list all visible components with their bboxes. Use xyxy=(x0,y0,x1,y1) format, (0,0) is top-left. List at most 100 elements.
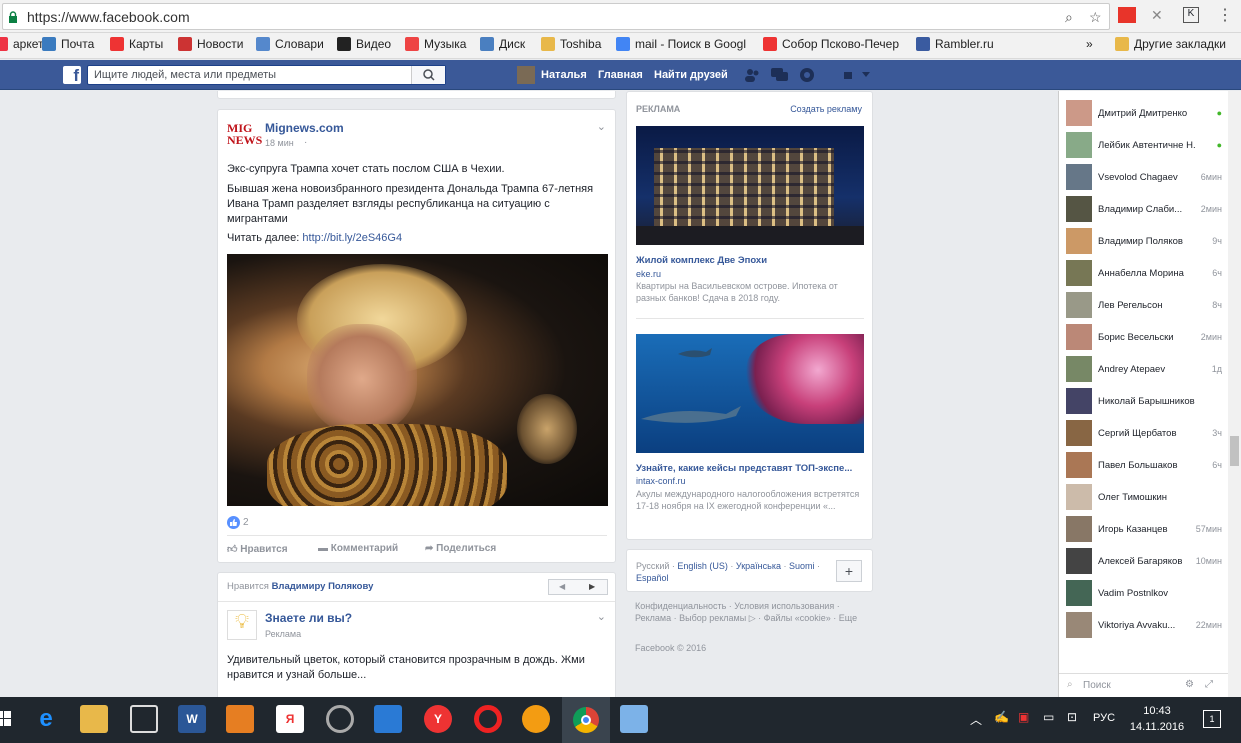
chat-contact[interactable]: Лейбик Автентичне Н... ● xyxy=(1066,132,1222,160)
app-icon[interactable] xyxy=(326,705,354,733)
extension-icon[interactable]: ✕ xyxy=(1151,7,1167,23)
star-icon[interactable]: ☆ xyxy=(1089,9,1102,26)
url-text[interactable]: https://www.facebook.com xyxy=(27,9,190,25)
bookmark-item[interactable]: Видео xyxy=(337,37,391,51)
bookmark-item[interactable]: Собор Псково-Печер xyxy=(763,37,899,51)
explorer-icon[interactable] xyxy=(80,705,108,733)
lang-option[interactable]: Українська xyxy=(736,561,781,571)
avatar[interactable] xyxy=(517,66,535,84)
app-tray-icon[interactable]: ▣ xyxy=(1018,710,1029,724)
zoom-icon[interactable]: ⌕ xyxy=(1065,9,1073,26)
word-icon[interactable]: W xyxy=(178,705,206,733)
chat-contact[interactable]: Алексей Багаряков 10мин xyxy=(1066,548,1222,576)
bookmark-item[interactable]: аркет xyxy=(0,37,44,51)
bookmark-ext-icon[interactable] xyxy=(1118,7,1136,23)
bookmark-item[interactable]: Rambler.ru xyxy=(916,37,994,51)
find-friends-link[interactable]: Найти друзей xyxy=(654,69,728,81)
lightbulb-icon[interactable]: 💡︎ xyxy=(227,610,257,640)
footer-link[interactable]: Реклама xyxy=(635,613,671,623)
network-icon[interactable]: ⊡ xyxy=(1067,710,1077,724)
bookmark-item[interactable]: Словари xyxy=(256,37,324,51)
home-link[interactable]: Главная xyxy=(598,69,643,81)
bookmark-item[interactable]: Карты xyxy=(110,37,163,51)
video-icon[interactable] xyxy=(226,705,254,733)
lang-option[interactable]: Español xyxy=(636,573,669,583)
bookmark-item[interactable]: Музыка xyxy=(405,37,466,51)
like-count[interactable]: 2 xyxy=(243,517,249,528)
opera-icon[interactable] xyxy=(474,705,502,733)
start-icon[interactable] xyxy=(0,711,12,727)
k-extension-icon[interactable]: K xyxy=(1183,7,1199,23)
lang-option[interactable]: Suomi xyxy=(789,561,815,571)
search-input[interactable]: Ищите людей, места или предметы xyxy=(87,65,446,85)
pen-icon[interactable]: ✍ xyxy=(994,710,1009,724)
bookmark-item[interactable]: Диск xyxy=(480,37,525,51)
chat-contact[interactable]: Vadim Postnlkov xyxy=(1066,580,1222,608)
chat-contact[interactable]: Олег Тимошкин xyxy=(1066,484,1222,512)
yandex-icon[interactable]: Я xyxy=(276,705,304,733)
notification-center-icon[interactable]: 1 xyxy=(1203,710,1221,728)
bookmark-item[interactable]: Почта xyxy=(42,37,94,51)
chat-contact[interactable]: Николай Барышников xyxy=(1066,388,1222,416)
expand-icon[interactable]: ⤢ xyxy=(1205,679,1213,690)
bookmark-item[interactable]: Новости xyxy=(178,37,243,51)
lang-option[interactable]: English (US) xyxy=(677,561,728,571)
footer-link[interactable]: Условия использования xyxy=(734,601,834,611)
chat-contact[interactable]: Борис Весельски 2мин xyxy=(1066,324,1222,352)
language-indicator[interactable]: РУС xyxy=(1093,712,1115,724)
store-icon[interactable] xyxy=(130,705,158,733)
ad1-title[interactable]: Жилой комплекс Две Эпохи xyxy=(636,255,767,266)
chat-contact[interactable]: Владимир Поляков 9ч xyxy=(1066,228,1222,256)
add-language-button[interactable]: + xyxy=(836,560,862,582)
ad-image-building[interactable] xyxy=(636,126,864,245)
facebook-logo[interactable]: f xyxy=(63,66,81,85)
scrollbar[interactable] xyxy=(1228,91,1241,697)
chat-contact[interactable]: Владимир Слаби... 2мин xyxy=(1066,196,1222,224)
read-more-link[interactable]: http://bit.ly/2eS46G4 xyxy=(302,232,402,244)
address-bar[interactable]: https://www.facebook.com ⌕ ☆ xyxy=(2,3,1110,30)
like-reaction-icon[interactable] xyxy=(227,516,240,529)
footer-link[interactable]: Выбор рекламы xyxy=(679,613,746,623)
chat-contact[interactable]: Сергий Щербатов 3ч xyxy=(1066,420,1222,448)
chevron-down-icon[interactable]: ⌄ xyxy=(597,120,606,133)
post-time[interactable]: 18 мин xyxy=(265,138,294,148)
ad-image-sharks[interactable] xyxy=(636,334,864,453)
chevron-down-icon[interactable]: ⌄ xyxy=(597,610,606,623)
more-bookmarks-button[interactable]: » xyxy=(1086,37,1093,51)
chat-contact[interactable]: Vsevolod Chagaev 6мин xyxy=(1066,164,1222,192)
menu-icon[interactable]: ⋮ xyxy=(1217,5,1233,25)
messages-icon[interactable] xyxy=(771,68,789,82)
post-image[interactable] xyxy=(227,254,608,506)
bookmark-item[interactable]: Другие закладки xyxy=(1115,37,1226,51)
mail-icon[interactable] xyxy=(374,705,402,733)
chrome-taskbar-button[interactable] xyxy=(562,697,610,743)
gear-icon[interactable]: ⚙ xyxy=(1185,679,1194,690)
paint-icon[interactable] xyxy=(620,705,648,733)
create-ad-link[interactable]: Создать рекламу xyxy=(790,104,862,114)
yandex-browser-icon[interactable]: Y xyxy=(424,705,452,733)
bookmark-item[interactable]: Toshiba xyxy=(541,37,601,51)
profile-link[interactable]: Наталья xyxy=(541,69,587,81)
chat-contact[interactable]: Andrey Atepaev 1д xyxy=(1066,356,1222,384)
scrollbar-thumb[interactable] xyxy=(1230,436,1239,466)
ad2-domain[interactable]: intax-conf.ru xyxy=(636,476,686,486)
chat-contact[interactable]: Павел Большаков 6ч xyxy=(1066,452,1222,480)
liked-name[interactable]: Владимиру Полякову xyxy=(272,581,374,592)
prev-button[interactable]: ◀ xyxy=(559,582,565,591)
chat-contact[interactable]: Игорь Казанцев 57мин xyxy=(1066,516,1222,544)
tray-chevron-icon[interactable]: ︿ xyxy=(970,711,982,728)
bookmark-item[interactable]: mail - Поиск в Googl xyxy=(616,37,746,51)
edge-icon[interactable]: e xyxy=(32,705,60,733)
post2-title[interactable]: Знаете ли вы? xyxy=(265,611,352,625)
comment-button[interactable]: ▬ Комментарий xyxy=(318,543,398,554)
footer-link[interactable]: Конфиденциальность xyxy=(635,601,726,611)
ad1-domain[interactable]: eke.ru xyxy=(636,269,661,279)
like-button[interactable]: 👍︎ Нравится xyxy=(227,543,288,555)
clock[interactable]: 10:43 14.11.2016 xyxy=(1127,703,1187,735)
footer-link[interactable]: Файлы «cookie» xyxy=(764,613,831,623)
chat-search[interactable]: ⌕ Поиск ⚙ ⤢ xyxy=(1059,673,1228,697)
chat-contact[interactable]: Viktoriya Avvaku... 22мин xyxy=(1066,612,1222,640)
friend-requests-icon[interactable] xyxy=(744,68,760,82)
share-button[interactable]: ➦ Поделиться xyxy=(425,543,496,554)
chat-contact[interactable]: Аннабелла Морина 6ч xyxy=(1066,260,1222,288)
